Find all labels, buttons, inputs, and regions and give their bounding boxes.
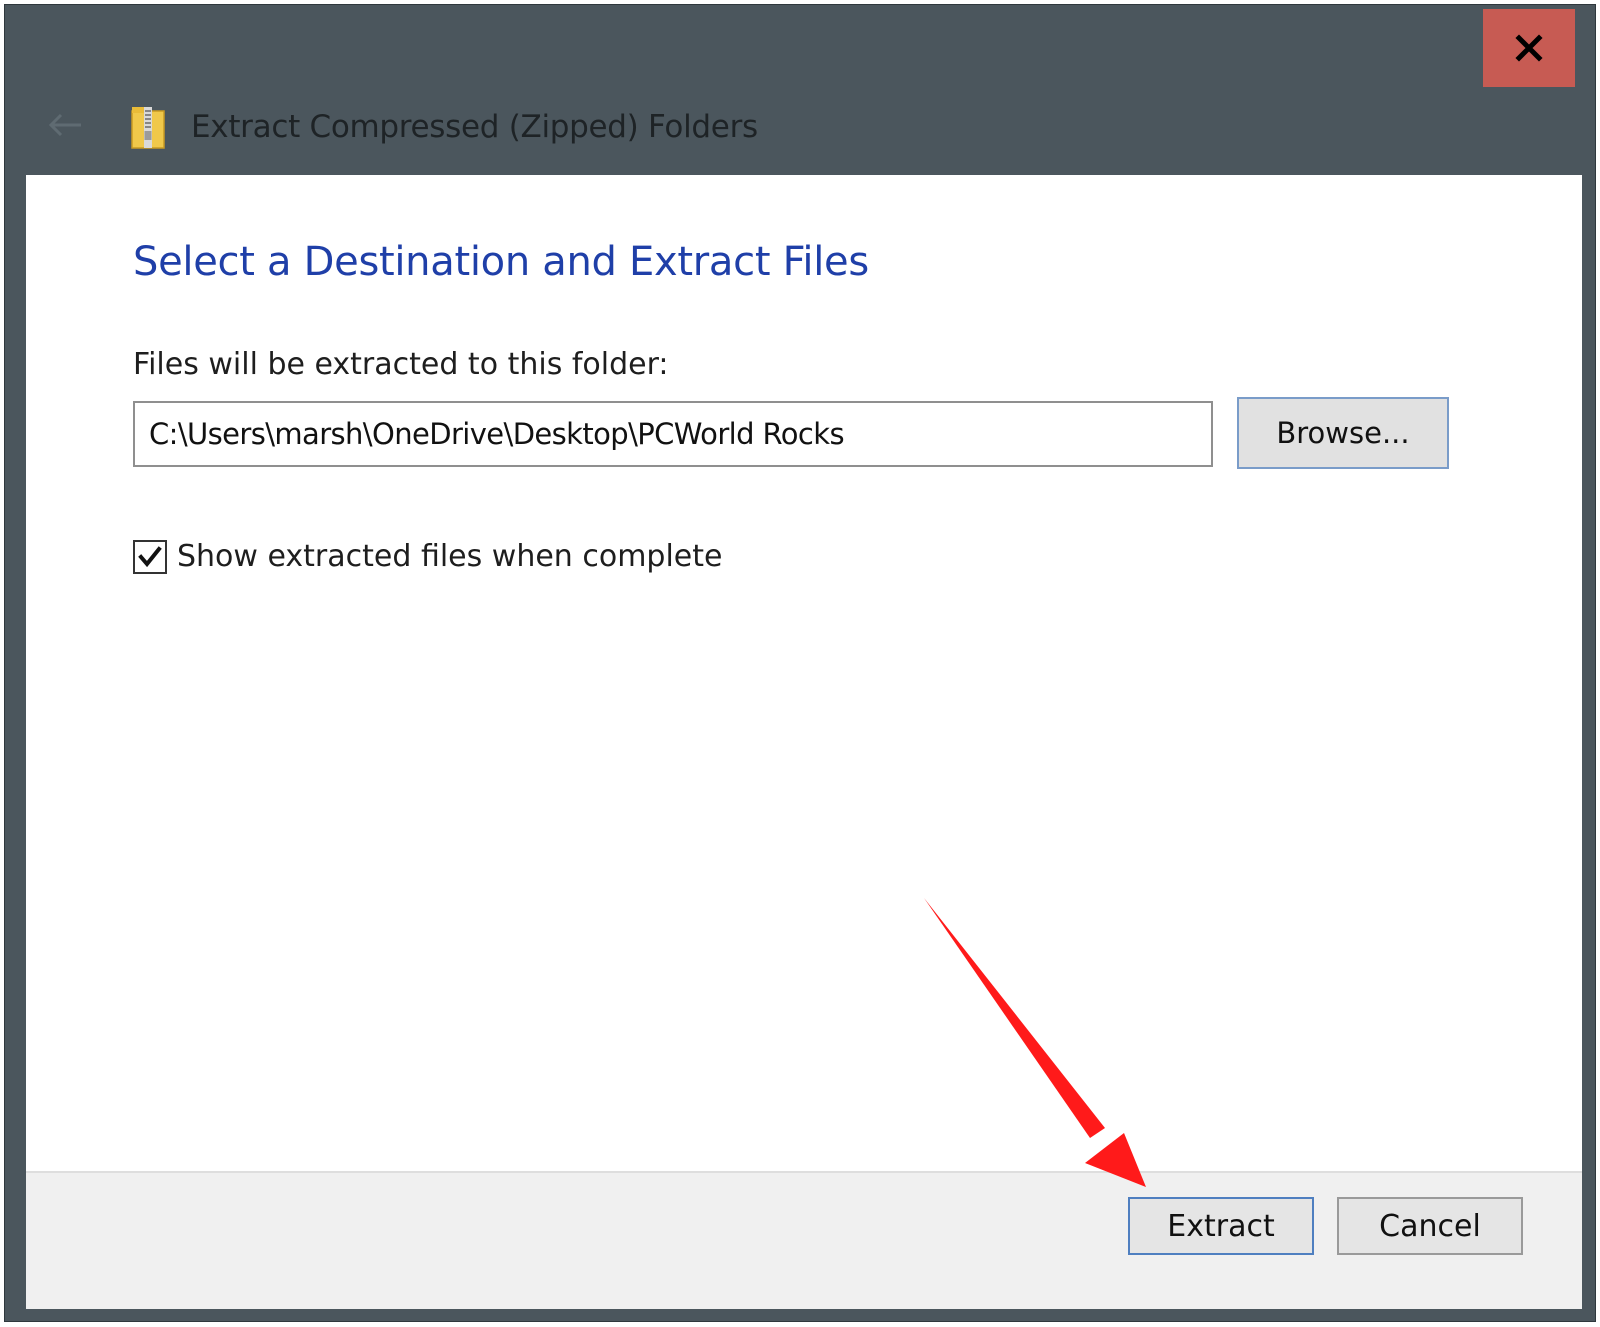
dialog-window: Extract Compressed (Zipped) Folders Sele… xyxy=(4,4,1596,1322)
window-title: Extract Compressed (Zipped) Folders xyxy=(191,109,758,145)
destination-path-input[interactable] xyxy=(133,401,1213,467)
back-button[interactable] xyxy=(45,109,85,141)
close-icon xyxy=(1515,34,1543,62)
page-title: Select a Destination and Extract Files xyxy=(133,239,869,285)
show-files-label: Show extracted files when complete xyxy=(177,539,723,574)
dialog-footer: Extract Cancel xyxy=(26,1171,1582,1309)
dialog-content: Select a Destination and Extract Files F… xyxy=(26,175,1582,1309)
browse-button[interactable]: Browse... xyxy=(1237,397,1449,469)
cancel-button[interactable]: Cancel xyxy=(1337,1197,1523,1255)
close-button[interactable] xyxy=(1483,9,1575,87)
screenshot-frame: Extract Compressed (Zipped) Folders Sele… xyxy=(0,0,1600,1327)
checkmark-icon xyxy=(138,545,162,567)
show-files-option[interactable]: Show extracted files when complete xyxy=(133,539,722,574)
destination-label: Files will be extracted to this folder: xyxy=(133,347,669,382)
show-files-checkbox[interactable] xyxy=(133,539,167,574)
zip-folder-icon xyxy=(131,107,165,149)
extract-button[interactable]: Extract xyxy=(1128,1197,1314,1255)
back-arrow-icon xyxy=(48,113,81,137)
